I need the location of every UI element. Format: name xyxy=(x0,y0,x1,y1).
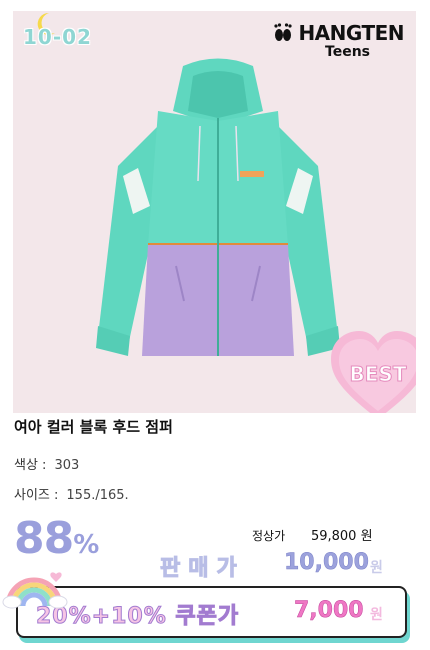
regular-price-label: 정상가 xyxy=(252,529,286,543)
sale-price-label: 판매가 xyxy=(160,556,245,582)
brand-name: HANGTEN xyxy=(298,21,404,45)
best-heart-badge: BEST xyxy=(331,331,416,413)
color-label: 색상 : xyxy=(14,458,47,473)
jacket-illustration xyxy=(96,58,340,356)
product-card[interactable]: 10-02 HANGTEN Teens BEST 여아 컬러 블록 후드 점퍼 … xyxy=(0,0,430,650)
discount-symbol: % xyxy=(73,530,100,560)
regular-price-row: 정상가 59,800 원 xyxy=(252,525,373,544)
product-image[interactable]: 10-02 HANGTEN Teens BEST xyxy=(13,11,416,413)
brand-logo: HANGTEN Teens xyxy=(272,21,404,59)
size-value: 155./165. xyxy=(66,488,129,503)
sale-price: 10,000 xyxy=(284,550,369,576)
regular-price: 59,800 원 xyxy=(310,529,373,544)
color-spec: 색상 : 303 xyxy=(14,454,79,473)
sale-price-row: 판매가 10,000 원 xyxy=(160,550,410,582)
footprint-icon xyxy=(274,23,293,41)
coupon-price: 7,000 xyxy=(294,598,364,624)
size-label: 사이즈 : xyxy=(14,488,59,503)
coupon-price-box[interactable]: 20%+10% 쿠폰가 7,000 원 xyxy=(16,586,407,638)
best-label: BEST xyxy=(350,362,407,386)
sale-price-unit: 원 xyxy=(370,560,383,576)
product-title[interactable]: 여아 컬러 블록 후드 점퍼 xyxy=(14,416,173,437)
discount-rate: 88% xyxy=(14,513,99,564)
discount-number: 88 xyxy=(14,513,74,564)
color-value: 303 xyxy=(54,458,80,473)
product-code: 10-02 xyxy=(23,25,92,49)
rainbow-icon xyxy=(2,572,68,609)
coupon-price-unit: 원 xyxy=(370,607,383,623)
size-spec: 사이즈 : 155./165. xyxy=(14,484,129,503)
